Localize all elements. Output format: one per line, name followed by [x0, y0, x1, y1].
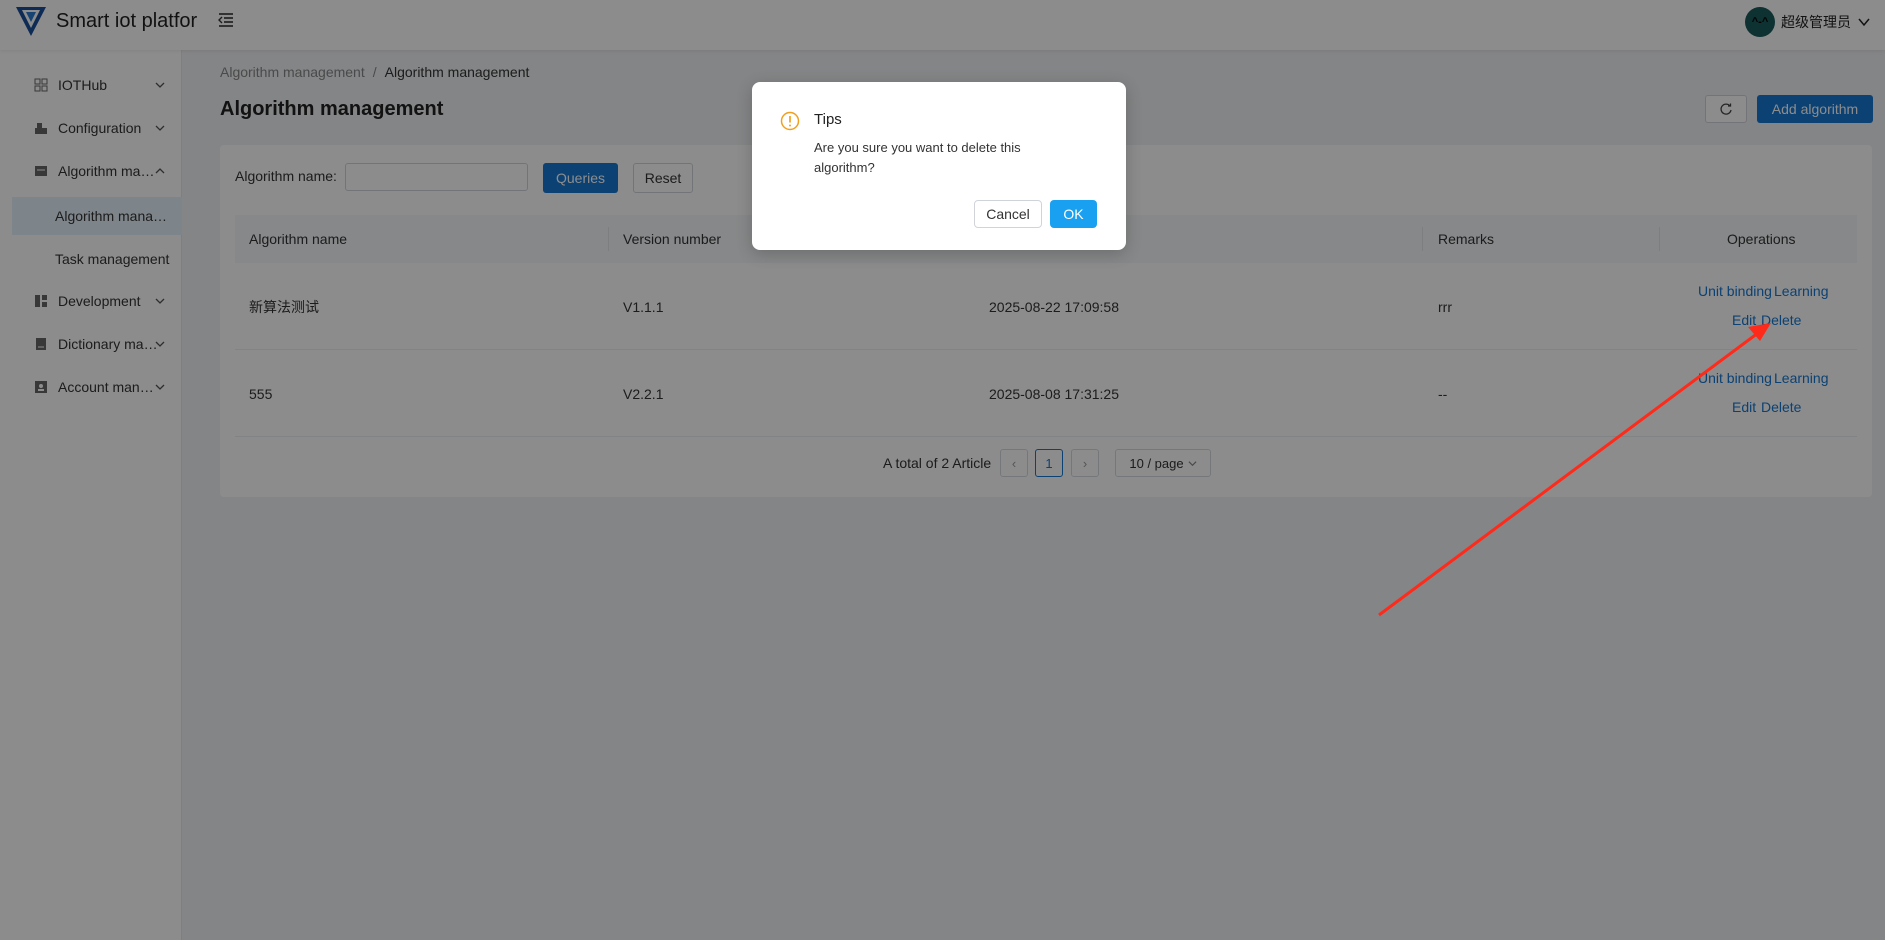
confirm-dialog: Tips Are you sure you want to delete thi…: [752, 82, 1126, 250]
dialog-message: Are you sure you want to delete this alg…: [814, 140, 1021, 175]
cancel-button[interactable]: Cancel: [974, 200, 1042, 228]
ok-button[interactable]: OK: [1050, 200, 1097, 228]
dialog-title: Tips: [814, 111, 842, 128]
warning-icon: [780, 111, 800, 131]
